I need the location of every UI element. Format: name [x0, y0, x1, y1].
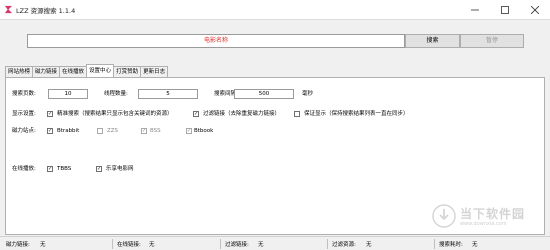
threads-label: 线程数量: — [104, 91, 128, 97]
threads-input[interactable]: 5 — [138, 89, 198, 99]
site-btbook-checkbox[interactable]: ✓ — [186, 128, 192, 134]
magnet-sites-label: 磁力站点: — [12, 128, 36, 134]
window-title: LZZ 资源搜索 1.1.4 — [16, 7, 76, 15]
maximize-icon — [501, 6, 509, 14]
display-settings-label: 显示设置: — [12, 111, 36, 117]
site-lexiang-label: 乐享电影网 — [106, 166, 134, 172]
tab-settings[interactable]: 设置中心 — [86, 64, 115, 77]
search-pages-label: 搜索页数: — [12, 91, 36, 97]
watermark-url: www.downxia.com — [460, 221, 507, 227]
tab-online-play[interactable]: 在线播放 — [59, 66, 88, 77]
tab-donate[interactable]: 打赏赞助 — [113, 66, 142, 77]
watermark-title: 当下软件园 — [460, 207, 526, 221]
status-bar: 磁力链接: 无 在线链接: 无 过滤链接: 无 过滤资源: 无 搜索耗时: 无 — [0, 236, 550, 250]
precise-search-label: 精准搜索（搜索结果只显示包含关键词的资源） — [57, 111, 173, 117]
maximize-button[interactable] — [490, 0, 520, 20]
site-lexiang-checkbox[interactable]: ✓ — [96, 166, 102, 172]
search-pages-input[interactable]: 10 — [48, 89, 88, 99]
status-time-value: 无 — [472, 242, 478, 248]
keep-on-top-checkbox[interactable] — [294, 111, 300, 117]
close-button[interactable] — [520, 0, 550, 20]
status-separator — [434, 239, 435, 249]
status-filtered-res-value: 无 — [366, 242, 372, 248]
site-bss-label: BSS — [150, 128, 161, 134]
interval-input[interactable]: 500 — [234, 89, 294, 99]
tab-bar: 网站热榜 磁力链接 在线播放 设置中心 打赏赞助 更新日志 — [5, 64, 169, 77]
status-separator — [112, 239, 113, 249]
status-online-value: 无 — [149, 242, 155, 248]
site-btbook-label: Btbook — [194, 128, 214, 134]
keep-on-top-label: 保证显示（保持搜索结果列表一直在同步） — [304, 111, 409, 117]
filter-links-checkbox[interactable]: ✓ — [193, 111, 199, 117]
movie-name-input[interactable]: 电影名称 — [27, 34, 405, 48]
site-zzs-label: ZZS — [107, 128, 119, 134]
search-button[interactable]: 搜索 — [405, 34, 460, 48]
app-logo-icon — [4, 5, 13, 14]
status-separator — [327, 239, 328, 249]
site-zzs-checkbox[interactable] — [97, 128, 103, 134]
close-icon — [531, 6, 539, 14]
precise-search-checkbox[interactable]: ✓ — [47, 111, 53, 117]
status-separator — [220, 239, 221, 249]
status-time-label: 搜索耗时: — [439, 242, 463, 248]
site-btrabbit-label: Btrabbit — [57, 128, 80, 134]
status-filtered-res-label: 过滤资源: — [332, 242, 356, 248]
site-btrabbit-checkbox[interactable]: ✓ — [47, 128, 53, 134]
title-bar: LZZ 资源搜索 1.1.4 — [0, 0, 550, 20]
interval-unit: 毫秒 — [302, 91, 314, 97]
site-bss-checkbox[interactable]: ✓ — [141, 128, 147, 134]
online-play-label: 在线播放: — [12, 166, 36, 172]
status-online-label: 在线链接: — [117, 242, 141, 248]
tab-magnet-links[interactable]: 磁力链接 — [32, 66, 61, 77]
minimize-icon — [471, 9, 479, 11]
tab-hot-list[interactable]: 网站热榜 — [5, 66, 34, 77]
minimize-button[interactable] — [460, 0, 490, 20]
pause-button[interactable]: 暂停 — [460, 34, 524, 48]
site-tbbs-checkbox[interactable]: ✓ — [47, 166, 53, 172]
status-filtered-links-label: 过滤链接: — [225, 242, 249, 248]
tab-changelog[interactable]: 更新日志 — [140, 66, 169, 77]
status-magnet-label: 磁力链接: — [6, 242, 30, 248]
site-tbbs-label: TBBS — [57, 166, 72, 172]
status-magnet-value: 无 — [40, 242, 46, 248]
filter-links-label: 过滤链接（去除重复磁力链接） — [203, 111, 281, 117]
download-logo-icon — [432, 204, 456, 228]
status-filtered-links-value: 无 — [258, 242, 264, 248]
